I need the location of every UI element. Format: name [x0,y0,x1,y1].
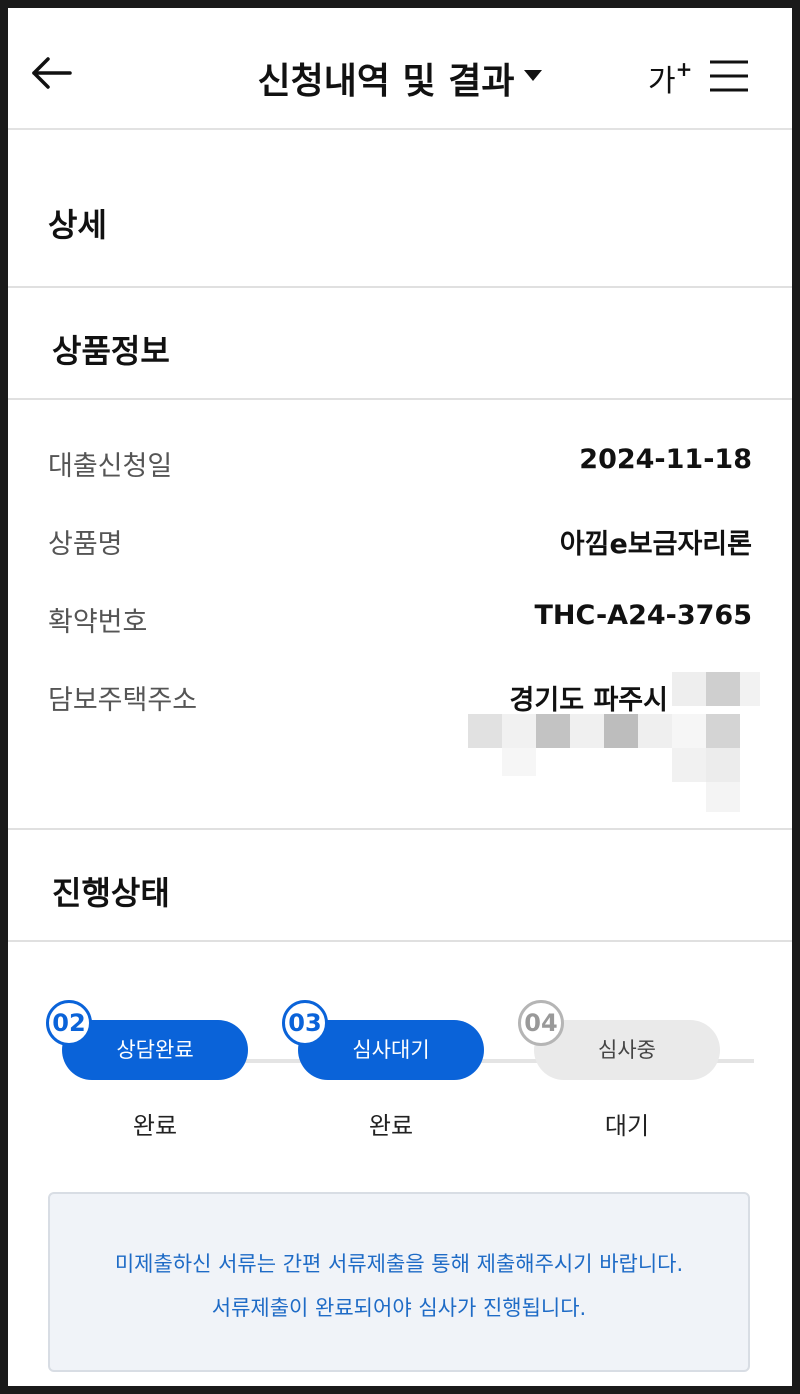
step-status: 완료 [132,1112,178,1140]
product-heading: 상품정보 [52,332,170,370]
document-submission-notice: 미제출하신 서류는 간편 서류제출을 통해 제출해주시기 바랍니다. 서류제출이… [48,1192,750,1372]
step-consultation-complete: 상담완료 02 [46,1000,248,1080]
notice-line-1: 미제출하신 서류는 간편 서류제출을 통해 제출해주시기 바랍니다. [114,1252,684,1276]
step-review-waiting: 심사대기 03 [282,1000,484,1080]
hamburger-menu-icon [710,60,748,92]
step-status: 완료 [368,1112,414,1140]
product-name-label: 상품명 [48,529,123,560]
step-number-badge: 04 [518,1000,564,1046]
step-number-badge: 03 [282,1000,328,1046]
progress-stepper: 상담완료 02 완료 심사대기 03 완료 심사중 04 대기 [8,942,792,1162]
progress-heading: 진행상태 [52,874,170,912]
menu-button[interactable] [708,58,750,94]
step-number-badge: 02 [46,1000,92,1046]
font-size-button[interactable]: 가+ [648,56,692,100]
collateral-address-label: 담보주택주소 [48,685,198,716]
detail-section: 상세 [8,128,792,288]
commitment-number-value: THC-A24-3765 [534,600,752,631]
caret-down-icon [524,69,543,81]
product-section-header: 상품정보 [8,288,792,400]
product-info-list: 대출신청일 2024-11-18 상품명 아낌e보금자리론 확약번호 THC-A… [8,400,792,830]
progress-section-header: 진행상태 [8,830,792,942]
app-bar: 신청내역 및 결과 가+ [8,8,792,130]
commitment-number-label: 확약번호 [48,607,148,638]
font-size-label: 가 [648,64,676,99]
notice-line-2: 서류제출이 완료되어야 심사가 진행됩니다. [211,1296,587,1320]
page-title: 신청내역 및 결과 [257,61,515,102]
loan-date-value: 2024-11-18 [579,444,752,475]
detail-heading: 상세 [48,206,107,244]
step-status: 대기 [604,1112,650,1140]
step-under-review: 심사중 04 [518,1000,720,1080]
loan-date-label: 대출신청일 [48,451,173,482]
screen: 신청내역 및 결과 가+ 상세 상품정보 대출신청일 2024-11-18 상품… [8,8,792,1386]
product-name-value: 아낌e보금자리론 [559,529,752,560]
collateral-address-value: 경기도 파주시 [509,685,668,716]
font-size-plus: + [675,57,693,81]
